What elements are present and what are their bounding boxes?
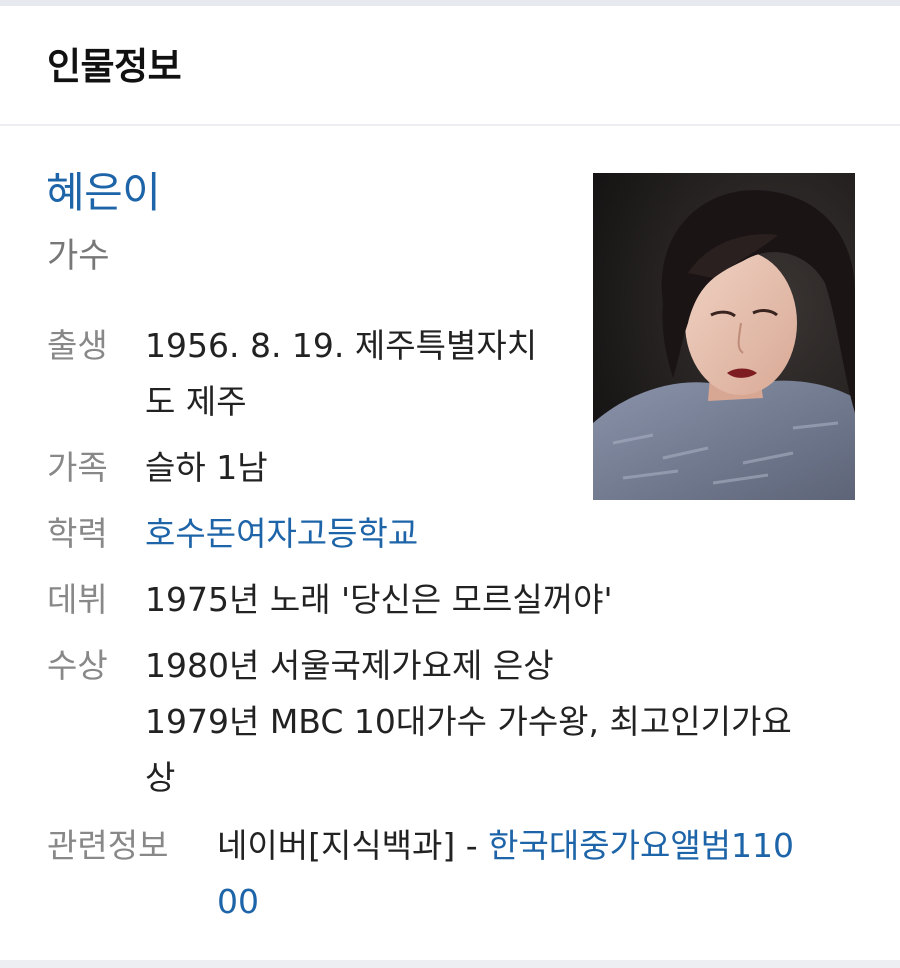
info-label-education: 학력	[47, 514, 108, 553]
person-name-link[interactable]: 혜은이	[46, 164, 161, 222]
related-source-text: 네이버[지식백과] -	[217, 826, 489, 865]
award-line-1: 1980년 서울국제가요제 은상	[145, 646, 554, 685]
bottom-divider	[0, 960, 900, 968]
related-line-2: 00	[217, 874, 794, 930]
related-album-link-continued[interactable]: 00	[217, 882, 259, 921]
award-line-2: 1979년 MBC 10대가수 가수왕, 최고인기가요	[145, 702, 792, 741]
info-value-family: 슬하 1남	[145, 448, 268, 487]
info-row-related: 관련정보 네이버[지식백과] - 한국대중가요앨범110 00	[0, 818, 900, 930]
info-label-related: 관련정보	[47, 826, 169, 865]
info-value-related: 네이버[지식백과] - 한국대중가요앨범110 00	[217, 818, 794, 930]
related-album-link[interactable]: 한국대중가요앨범110	[488, 826, 794, 865]
info-row-family: 가족 슬하 1남	[0, 440, 900, 496]
info-value-birth: 1956. 8. 19. 제주특별자치 도 제주	[145, 318, 537, 430]
info-label-awards: 수상	[47, 646, 108, 685]
section-header: 인물정보	[0, 6, 900, 126]
info-value-education: 호수돈여자고등학교	[145, 506, 418, 562]
section-title: 인물정보	[47, 45, 182, 88]
info-row-awards: 수상 1980년 서울국제가요제 은상 1979년 MBC 10대가수 가수왕,…	[0, 638, 900, 806]
education-school-link[interactable]: 호수돈여자고등학교	[145, 514, 418, 553]
info-label-family: 가족	[47, 448, 108, 487]
info-row-debut: 데뷔 1975년 노래 '당신은 모르실꺼야'	[0, 572, 900, 628]
info-row-education: 학력 호수돈여자고등학교	[0, 506, 900, 562]
related-line-1: 네이버[지식백과] - 한국대중가요앨범110	[217, 818, 794, 874]
birth-line-2: 도 제주	[145, 382, 247, 421]
person-info-card: 혜은이 가수 출생 1956. 8. 19. 제주특별자치 도 제주 가족 슬하…	[0, 128, 900, 960]
info-value-debut: 1975년 노래 '당신은 모르실꺼야'	[145, 580, 613, 619]
birth-line-1: 1956. 8. 19. 제주특별자치	[145, 326, 538, 365]
info-label-debut: 데뷔	[47, 580, 108, 619]
info-label-birth: 출생	[47, 326, 108, 365]
info-row-birth: 출생 1956. 8. 19. 제주특별자치 도 제주	[0, 318, 900, 430]
info-value-awards: 1980년 서울국제가요제 은상 1979년 MBC 10대가수 가수왕, 최고…	[145, 638, 792, 806]
person-occupation: 가수	[47, 236, 110, 276]
award-line-3: 상	[145, 758, 176, 797]
